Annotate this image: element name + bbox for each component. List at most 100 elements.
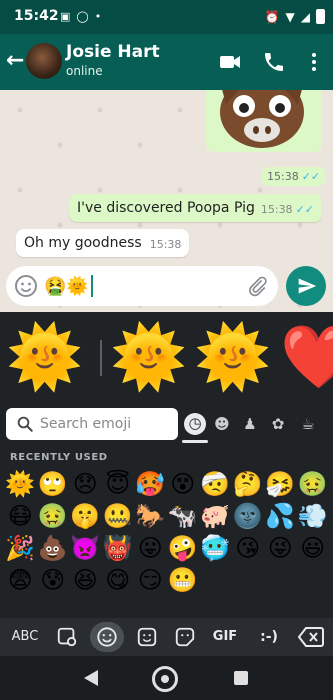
read-ticks-icon: ✓✓ [295,203,314,216]
emoji-search[interactable] [6,408,178,440]
contact-name[interactable]: Josie Hart [66,42,160,62]
voice-call-icon[interactable] [262,50,286,74]
emoji-kitchen-strip[interactable]: 🌞 🌞 🌞 ❤️ [0,312,333,404]
incoming-message[interactable]: Oh my goodness 15:38 [16,229,190,257]
emoji-key[interactable]: 😷 [4,500,37,532]
wifi-icon: ▼ [285,9,295,24]
emoji-tab-button[interactable] [90,622,124,652]
more-options-icon[interactable] [302,50,326,74]
emoji-key[interactable]: 😋 [102,564,135,596]
emoji-key[interactable]: 😜 [264,532,297,564]
emoji-key[interactable]: 🌚 [232,500,265,532]
emoji-key[interactable]: 😵 [167,468,200,500]
message-input[interactable]: 🤮🌞 [44,274,93,298]
system-icons: ⏰ ▼ ◢ [265,9,325,24]
back-arrow-icon[interactable]: ← [6,48,24,73]
emoji-key[interactable]: 🤔 [232,468,265,500]
emoji-key[interactable]: 🎉 [4,532,37,564]
emoji-tab-icon [97,627,117,647]
emoji-keyboard-icon[interactable] [14,274,38,298]
active-tab-indicator [182,440,208,443]
emoji-key[interactable]: 😃 [297,532,330,564]
recent-emoji-grid: 🌞 🙄 😞 😇 🥵 😵 🤕 🤔 🤧 🤢 😷 🤢 🤫 🤐 🐎 🐄 🐖 🌚 💦 💨 🎉 💩 👿 👹 😛 🤪 🥶 😘 😜 😃 😨 😰 😆 😋 😏 😬 [4,468,329,596]
emoji-key[interactable]: 💦 [264,500,297,532]
emoji-key[interactable]: 🌞 [4,468,37,500]
text-cursor [90,275,93,297]
emoji-key[interactable]: 💩 [37,532,70,564]
kitchen-sticker[interactable]: 🌞 [6,322,83,392]
emoji-key[interactable]: 🤢 [297,468,330,500]
tab-activities-icon[interactable]: ✿ [268,414,288,434]
search-input[interactable] [40,414,172,434]
message-time: 15:38 ✓✓ [261,203,314,216]
message-time-text: 15:38 [260,203,293,216]
emoji-key[interactable]: 🐎 [134,500,167,532]
tab-smileys-icon[interactable]: ☻ [212,414,232,434]
emoji-key[interactable]: 🥶 [199,532,232,564]
emoji-key[interactable]: 👹 [102,532,135,564]
emoji-kitchen-tab-icon[interactable] [174,626,196,648]
emoji-key[interactable]: 🥵 [134,468,167,500]
emoji-key[interactable]: 😨 [4,564,37,596]
sticker-message[interactable] [206,90,322,152]
send-button[interactable] [286,266,326,306]
nav-recents-icon[interactable] [234,671,248,685]
emoji-key[interactable]: 🙄 [37,468,70,500]
emoji-key[interactable]: 🤧 [264,468,297,500]
sticker-tab-icon[interactable] [136,626,158,648]
emoji-key[interactable]: 🤕 [199,468,232,500]
message-notification-icon: ▣ [60,10,71,23]
gif-tab-button[interactable]: GIF [210,624,240,650]
avatar[interactable] [26,43,62,79]
emoji-key[interactable]: 💨 [297,500,330,532]
tab-food-icon[interactable]: ☕ [298,414,318,434]
message-input-value: 🤮🌞 [44,275,89,297]
emoji-key[interactable]: 😞 [69,468,102,500]
kitchen-divider [100,340,102,376]
emoji-key[interactable]: 😆 [69,564,102,596]
attach-icon[interactable] [246,275,268,297]
recently-used-label: RECENTLY USED [10,452,108,463]
emoticon-tab-button[interactable]: :-) [254,624,284,650]
nav-back-icon[interactable] [84,670,98,686]
emoji-key[interactable]: 🤐 [102,500,135,532]
emoji-key[interactable]: 🐖 [199,500,232,532]
message-text: I've discovered Poopa Pig [77,200,255,216]
video-call-icon[interactable] [218,50,242,74]
message-composer[interactable]: 🤮🌞 [6,266,278,306]
emoji-key[interactable]: 😏 [134,564,167,596]
sticker-timestamp: 15:38 ✓✓ [261,167,327,186]
kitchen-sticker[interactable]: ❤️ [280,322,333,392]
tab-recent-icon[interactable]: ◷ [184,413,206,435]
kitchen-sticker[interactable]: 🌞 [194,322,271,392]
outgoing-message[interactable]: I've discovered Poopa Pig 15:38 ✓✓ [69,194,322,222]
emoji-key[interactable]: 🤪 [167,532,200,564]
message-time: 15:38 [149,238,182,251]
abc-button[interactable]: ABC [8,624,42,650]
emoji-key[interactable]: 🤢 [37,500,70,532]
emoji-key[interactable]: 😬 [167,564,200,596]
contact-status: online [66,64,103,78]
chat-header: ← Josie Hart online [0,34,333,90]
emoji-key[interactable]: 😘 [232,532,265,564]
message-text: Oh my goodness [24,235,142,251]
nav-home-icon[interactable] [152,666,178,692]
tab-people-icon[interactable]: ♟ [240,414,260,434]
signal-icon: ◢ [300,9,310,24]
kitchen-sticker[interactable]: 🌞 [110,322,187,392]
status-bar: 15:42 ▣ ◯ • ⏰ ▼ ◢ [0,0,333,34]
emoji-key[interactable]: 🐄 [167,500,200,532]
sticker-search-icon[interactable] [56,626,78,648]
send-icon [298,278,317,294]
emoji-key[interactable]: 😇 [102,468,135,500]
notification-icons: ▣ ◯ • [60,10,101,23]
battery-icon [316,9,325,24]
emoji-key[interactable]: 🤫 [69,500,102,532]
pig-sticker-icon [220,90,304,148]
backspace-icon[interactable] [298,626,324,648]
emoji-key[interactable]: 👿 [69,532,102,564]
sticker-time-text: 15:38 [267,170,299,183]
dot-icon: • [94,10,102,23]
emoji-key[interactable]: 😛 [134,532,167,564]
emoji-key[interactable]: 😰 [37,564,70,596]
